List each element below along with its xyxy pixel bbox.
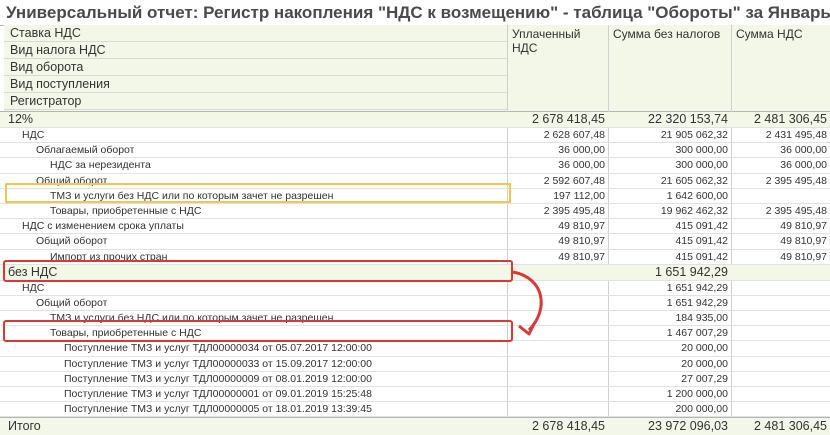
row-label: 12% xyxy=(8,112,34,126)
cell-amount-without-taxes: 21 905 062,32 xyxy=(660,129,728,141)
table-row-document[interactable]: Поступление ТМЗ и услуг ТДЛ00000005 от 1… xyxy=(0,402,830,418)
grouping-turnover-type[interactable]: Вид оборота xyxy=(4,59,507,76)
cell-amount-without-taxes: 415 091,42 xyxy=(675,235,728,248)
cell-vat-amount: 2 431 495,48 xyxy=(765,129,827,141)
cell-amount-without-taxes: 1 642 600,00 xyxy=(666,189,728,202)
grouping-receipt-type[interactable]: Вид поступления xyxy=(4,76,507,93)
red-highlight-box-no-vat xyxy=(3,260,513,282)
cell-amount-without-taxes: 415 091,42 xyxy=(675,220,728,233)
table-row-document[interactable]: Поступление ТМЗ и услуг ТДЛ00000009 от 0… xyxy=(0,372,830,387)
cell-amount-without-taxes: 22 320 153,74 xyxy=(648,112,728,126)
row-label: Поступление ТМЗ и услуг ТДЛ00000033 от 1… xyxy=(64,357,372,370)
cell-paid-vat: 197 112,00 xyxy=(553,189,605,202)
cell-paid-vat: 49 810,97 xyxy=(558,235,605,248)
cell-amount-without-taxes: 300 000,00 xyxy=(675,144,728,157)
cell-amount-without-taxes: 184 935,00 xyxy=(675,312,728,325)
grouping-vat-rate[interactable]: Ставка НДС xyxy=(4,25,507,42)
cell-amount-without-taxes: 1 200 000,00 xyxy=(666,388,728,400)
cell-paid-vat: 2 395 495,48 xyxy=(543,204,605,217)
curved-arrow-icon xyxy=(512,270,543,336)
cell-amount-without-taxes: 200 000,00 xyxy=(675,403,728,416)
row-label: Поступление ТМЗ и услуг ТДЛ00000009 от 0… xyxy=(64,372,372,385)
table-row-total[interactable]: Итого 2 678 418,45 23 972 096,03 2 481 3… xyxy=(0,417,830,435)
red-highlight-box-goods-with-vat xyxy=(3,320,513,342)
cell-paid-vat: 2 678 418,45 xyxy=(532,112,605,126)
row-label: Поступление ТМЗ и услуг ТДЛ00000005 от 1… xyxy=(64,403,372,416)
cell-amount-without-taxes: 21 605 062,32 xyxy=(660,174,728,187)
table-row[interactable]: НДС с изменением срока уплаты 49 810,97 … xyxy=(0,219,830,235)
table-row[interactable]: Общий оборот 49 810,97 415 091,42 49 810… xyxy=(0,234,830,250)
report-title: Универсальный отчет: Регистр накопления … xyxy=(6,3,830,22)
table-row[interactable]: Товары, приобретенные с НДС 2 395 495,48… xyxy=(0,204,830,220)
cell-vat-amount: 36 000,00 xyxy=(780,144,827,157)
cell-vat-amount: 49 810,97 xyxy=(780,250,827,263)
grouping-vat-tax-type[interactable]: Вид налога НДС xyxy=(4,42,507,59)
row-label: НДС xyxy=(22,281,45,294)
grouping-registrar[interactable]: Регистратор xyxy=(4,93,507,110)
cell-vat-amount: 2 395 495,48 xyxy=(765,174,827,187)
cell-amount-without-taxes: 1 467 007,29 xyxy=(666,327,728,340)
table-row[interactable]: НДС за нерезидента 36 000,00 300 000,00 … xyxy=(0,158,830,174)
cell-paid-vat: 49 810,97 xyxy=(558,250,605,263)
row-label: Общий оборот xyxy=(36,235,108,248)
row-label: Товары, приобретенные с НДС xyxy=(50,204,202,217)
cell-amount-without-taxes: 20 000,00 xyxy=(681,357,728,370)
cell-amount-without-taxes: 19 962 462,32 xyxy=(660,204,728,217)
cell-paid-vat: 2 592 607,48 xyxy=(543,174,605,187)
grouping-header: Ставка НДС Вид налога НДС Вид оборота Ви… xyxy=(4,25,507,111)
cell-vat-amount: 49 810,97 xyxy=(780,235,827,248)
cell-vat-amount: 2 395 495,48 xyxy=(765,204,827,217)
cell-paid-vat: 36 000,00 xyxy=(558,144,605,157)
row-label: НДС с изменением срока уплаты xyxy=(22,220,184,233)
cell-vat-amount: 36 000,00 xyxy=(780,159,827,172)
row-label: НДС xyxy=(22,129,45,141)
table-row-document[interactable]: Поступление ТМЗ и услуг ТДЛ00000034 от 0… xyxy=(0,341,830,357)
cell-amount-without-taxes: 300 000,00 xyxy=(675,159,728,172)
row-label: Поступление ТМЗ и услуг ТДЛ00000001 от 0… xyxy=(64,388,372,400)
cell-vat-amount: 2 481 306,45 xyxy=(754,112,827,126)
cell-paid-vat: 36 000,00 xyxy=(558,159,605,172)
cell-amount-without-taxes: 1 651 942,29 xyxy=(655,264,728,279)
orange-highlight-box xyxy=(5,183,511,203)
cell-amount-without-taxes: 1 651 942,29 xyxy=(666,296,728,309)
table-row[interactable]: Облагаемый оборот 36 000,00 300 000,00 3… xyxy=(0,143,830,159)
table-row-document[interactable]: Поступление ТМЗ и услуг ТДЛ00000001 от 0… xyxy=(0,387,830,403)
column-header-amount-without-taxes[interactable]: Сумма без налогов xyxy=(608,25,731,111)
cell-amount-without-taxes: 415 091,42 xyxy=(675,250,728,263)
row-label: Общий оборот xyxy=(36,296,108,309)
row-label: Облагаемый оборот xyxy=(36,144,135,157)
row-label: НДС за нерезидента xyxy=(50,159,151,172)
table-row[interactable]: НДС 2 628 607,48 21 905 062,32 2 431 495… xyxy=(0,128,830,144)
cell-amount-without-taxes: 20 000,00 xyxy=(681,342,728,355)
cell-vat-amount: 49 810,97 xyxy=(780,220,827,233)
cell-paid-vat: 49 810,97 xyxy=(558,220,605,233)
column-header-paid-vat[interactable]: Уплаченный НДС xyxy=(507,25,608,111)
cell-amount-without-taxes: 27 007,29 xyxy=(681,372,728,385)
cell-amount-without-taxes: 1 651 942,29 xyxy=(666,281,728,294)
row-label: Поступление ТМЗ и услуг ТДЛ00000034 от 0… xyxy=(64,342,372,355)
table-row-group-12pct[interactable]: 12% 2 678 418,45 22 320 153,74 2 481 306… xyxy=(0,112,830,128)
cell-paid-vat: 2 628 607,48 xyxy=(543,129,605,141)
column-header-vat-amount[interactable]: Сумма НДС xyxy=(731,25,830,111)
table-row[interactable]: НДС 1 651 942,29 xyxy=(0,281,830,296)
table-row[interactable]: Общий оборот 1 651 942,29 xyxy=(0,296,830,312)
table-row-document[interactable]: Поступление ТМЗ и услуг ТДЛ00000033 от 1… xyxy=(0,357,830,372)
